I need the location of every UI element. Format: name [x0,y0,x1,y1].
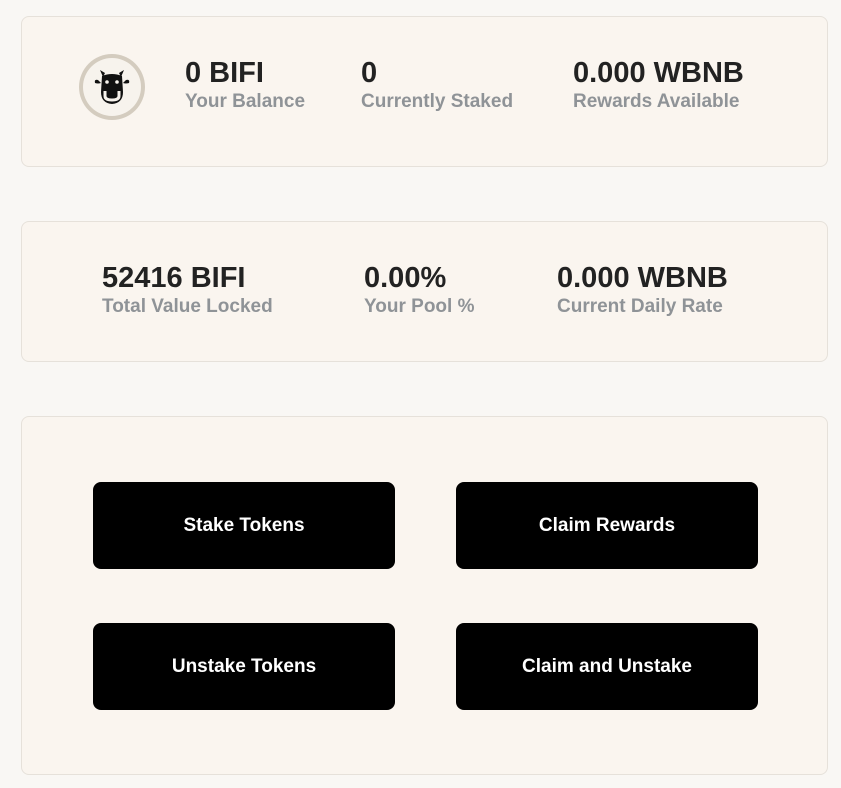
unstake-tokens-button[interactable]: Unstake Tokens [93,623,395,710]
staked-label: Currently Staked [361,91,514,112]
pool-percent-label: Your Pool % [364,296,475,317]
rewards-stat: 0.000 WBNB Rewards Available [573,56,744,114]
balance-value: 0 BIFI [185,57,264,89]
tvl-value: 52416 BIFI [102,262,246,294]
pool-percent-value: 0.00% [364,262,447,294]
rewards-label: Rewards Available [573,91,740,112]
tvl-label: Total Value Locked [102,296,273,317]
claim-and-unstake-button[interactable]: Claim and Unstake [456,623,758,710]
daily-rate-stat: 0.000 WBNB Current Daily Rate [557,261,728,319]
pool-percent-stat: 0.00% Your Pool % [364,261,474,319]
daily-rate-label: Current Daily Rate [557,296,723,317]
pool-stats-card: 52416 BIFI Total Value Locked 0.00% Your… [21,221,828,362]
balance-label: Your Balance [185,91,306,112]
actions-card: Stake Tokens Claim Rewards Unstake Token… [21,416,828,775]
user-stats-card: 0 BIFI Your Balance 0 Currently Staked 0… [21,16,828,167]
balance-stat: 0 BIFI Your Balance [185,56,305,114]
staked-stat: 0 Currently Staked [361,56,513,114]
bifi-logo [79,54,145,120]
tvl-stat: 52416 BIFI Total Value Locked [102,261,273,319]
stake-tokens-button[interactable]: Stake Tokens [93,482,395,569]
daily-rate-value: 0.000 WBNB [557,262,728,294]
claim-rewards-button[interactable]: Claim Rewards [456,482,758,569]
staked-value: 0 [361,57,378,89]
cow-icon [94,70,130,104]
rewards-value: 0.000 WBNB [573,57,744,89]
